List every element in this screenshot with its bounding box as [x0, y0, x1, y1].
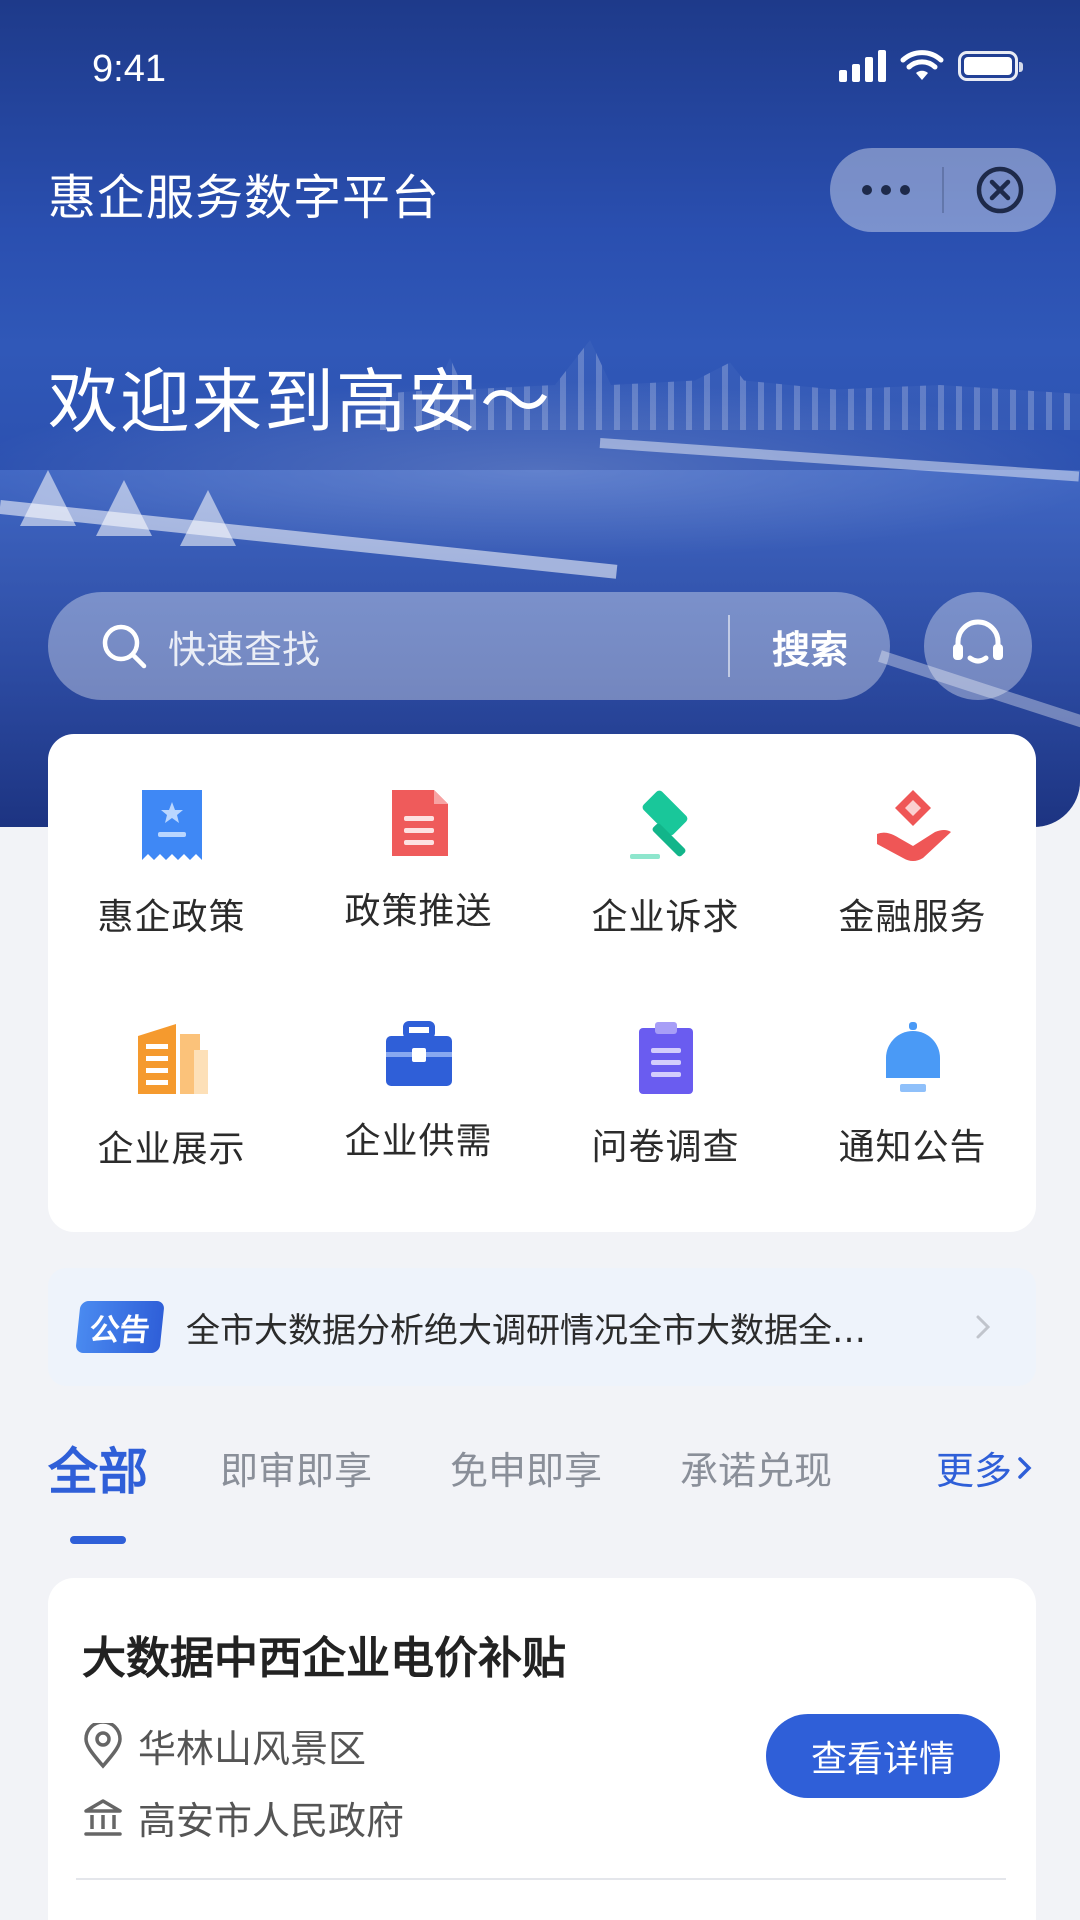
card-org: 高安市人民政府	[138, 1799, 405, 1843]
customer-service-button[interactable]	[924, 592, 1032, 700]
government-building-icon	[84, 1798, 122, 1836]
clipboard-icon	[622, 1020, 710, 1096]
grid-item-survey[interactable]: 问卷调查	[542, 968, 789, 1168]
card-location-row: 华林山风景区	[82, 1718, 366, 1773]
status-icons	[839, 50, 1023, 82]
status-time: 9:41	[92, 48, 166, 90]
card-divider	[76, 1878, 1006, 1880]
bridge-pylon	[20, 470, 76, 526]
search-button[interactable]: 搜索	[730, 619, 890, 674]
grid-item-showcase[interactable]: 企业展示	[48, 968, 295, 1170]
tab-all[interactable]: 全部	[48, 1432, 148, 1504]
grid-item-finance[interactable]: 金融服务	[789, 734, 1036, 938]
grid-item-label: 问卷调查	[591, 1127, 740, 1168]
category-tabs: 全部 即审即享 免申即享 承诺兑现 更多	[48, 1440, 1038, 1544]
miniprogram-capsule	[830, 148, 1056, 232]
grid-item-policy[interactable]: 惠企政策	[48, 734, 295, 938]
grid-item-label: 惠企政策	[97, 897, 246, 938]
notice-text: 全市大数据分析绝大调研情况全市大数据全…	[186, 1310, 866, 1351]
grid-item-label: 政策推送	[344, 891, 493, 932]
briefcase-icon	[375, 1020, 463, 1090]
grid-item-label: 企业供需	[344, 1121, 493, 1162]
tab-no-application[interactable]: 免申即享	[450, 1440, 602, 1495]
chevron-right-icon	[1018, 1456, 1032, 1479]
notice-badge: 公告	[75, 1301, 165, 1353]
grid-item-notice[interactable]: 通知公告	[789, 968, 1036, 1168]
grid-item-appeal[interactable]: 企业诉求	[542, 734, 789, 938]
tab-more-label: 更多	[935, 1449, 1012, 1493]
app-title: 惠企服务数字平台	[48, 170, 441, 226]
grid-item-supply[interactable]: 企业供需	[295, 968, 542, 1162]
bell-icon	[869, 1020, 957, 1096]
close-icon[interactable]	[944, 148, 1056, 232]
battery-icon	[958, 51, 1023, 81]
welcome-heading: 欢迎来到高安～	[48, 361, 552, 443]
grid-item-label: 企业诉求	[591, 897, 740, 938]
grid-item-label: 金融服务	[838, 897, 987, 938]
hand-diamond-icon	[869, 786, 957, 866]
signal-icon	[839, 50, 886, 82]
grid-item-policy-push[interactable]: 政策推送	[295, 734, 542, 932]
card-org-row: 高安市人民政府	[82, 1790, 404, 1845]
service-grid: 惠企政策 政策推送 企业诉求 金融服务 企业展示 企业供需 问卷调查 通知公告	[48, 734, 1036, 1232]
card-title: 大数据中西企业电价补贴	[82, 1633, 566, 1684]
policy-bookmark-icon	[128, 786, 216, 866]
gavel-icon	[622, 786, 710, 866]
view-details-button[interactable]: 查看详情	[766, 1714, 1000, 1798]
buildings-icon	[128, 1020, 216, 1098]
list-item[interactable]: 大数据中西企业电价补贴 华林山风景区 高安市人民政府 查看详情	[48, 1578, 1036, 1920]
grid-item-label: 企业展示	[97, 1129, 246, 1170]
search-input[interactable]: 快速查找	[168, 619, 728, 674]
search-bar[interactable]: 快速查找 搜索	[48, 592, 890, 700]
document-icon	[375, 786, 463, 860]
tab-more[interactable]: 更多	[936, 1440, 1038, 1495]
tab-commitment[interactable]: 承诺兑现	[680, 1440, 832, 1495]
location-pin-icon	[84, 1722, 122, 1769]
search-icon	[102, 624, 147, 669]
more-menu-icon[interactable]	[830, 148, 942, 232]
chevron-right-icon	[976, 1315, 991, 1339]
headset-icon	[953, 619, 1003, 664]
bridge-pylon	[180, 490, 236, 546]
wifi-icon	[900, 50, 944, 80]
notice-bar[interactable]: 公告 全市大数据分析绝大调研情况全市大数据全…	[48, 1268, 1036, 1386]
tab-instant-approval[interactable]: 即审即享	[220, 1440, 372, 1495]
card-location: 华林山风景区	[138, 1727, 367, 1771]
bridge-pylon	[96, 480, 152, 536]
grid-item-label: 通知公告	[838, 1127, 987, 1168]
tab-indicator	[70, 1536, 126, 1544]
